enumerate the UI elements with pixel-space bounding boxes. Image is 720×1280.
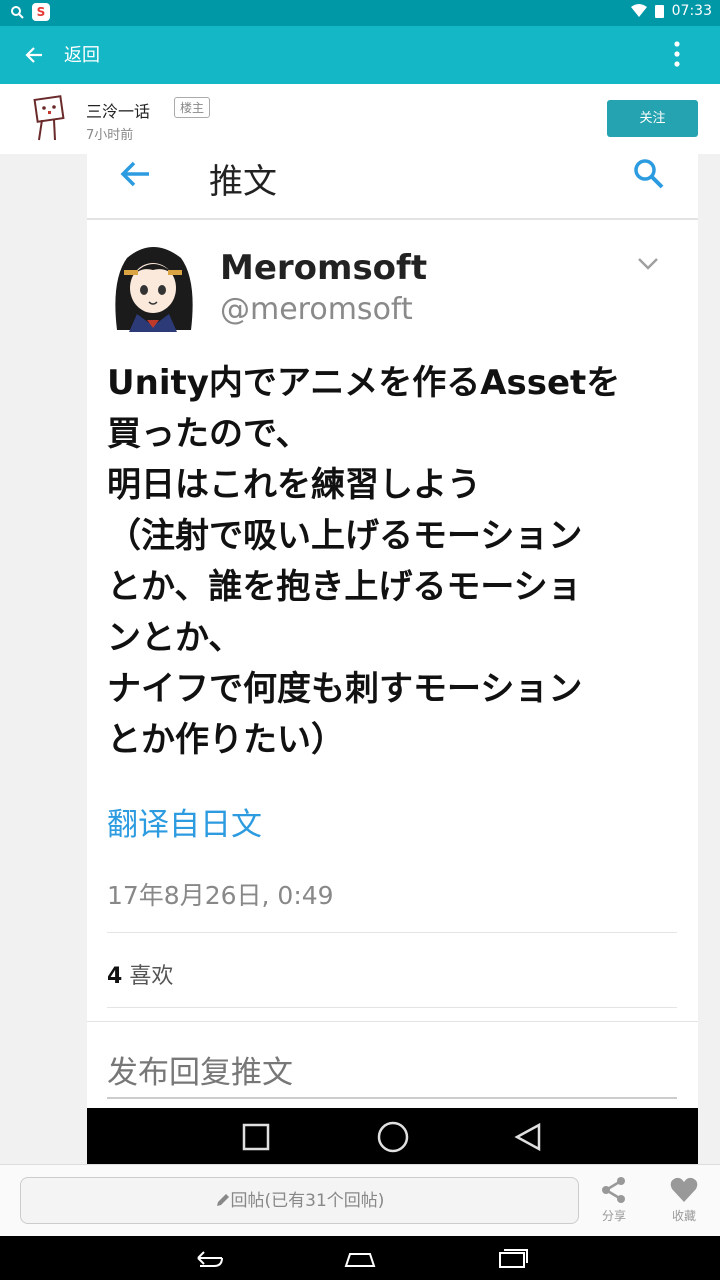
reply-placeholder: 回帖(已有31个回帖) (230, 1191, 385, 1211)
tweet-likes: 4 喜欢 (107, 958, 173, 990)
translate-link: 翻译自日文 (107, 807, 262, 843)
tweet-header: 推文 (87, 154, 698, 220)
post-author-row: 三泠一话 楼主 7小时前 关注 (0, 84, 720, 154)
share-button[interactable]: 分享 (589, 1175, 639, 1224)
circle-icon (377, 1121, 409, 1153)
home-icon[interactable] (342, 1246, 378, 1270)
author-avatar[interactable] (30, 94, 70, 144)
tweet-reply-placeholder: 发布回复推文 (107, 1055, 293, 1091)
back-label[interactable]: 返回 (64, 41, 100, 67)
heart-icon (670, 1177, 698, 1202)
tweet-search-icon (634, 159, 664, 189)
op-badge: 楼主 (174, 97, 211, 118)
chevron-down-icon (638, 258, 658, 270)
author-name[interactable]: 三泠一话 (86, 98, 150, 122)
wifi-icon (630, 4, 647, 17)
tweet-screenshot-image[interactable]: 推文 Meromsoft @meromsoft Unity内でアニメを作るAss… (87, 154, 698, 1108)
pencil-icon (216, 1194, 229, 1206)
back-arrow-icon[interactable] (22, 42, 48, 68)
recents-icon[interactable] (496, 1246, 530, 1270)
tweet-display-name: Meromsoft (220, 248, 428, 288)
battery-icon (654, 4, 664, 18)
reply-input[interactable]: 回帖(已有31个回帖) (20, 1177, 579, 1224)
divider (107, 1097, 677, 1099)
tweet-back-arrow-icon (120, 161, 149, 187)
app-icon: S (32, 3, 50, 21)
reply-bar: 回帖(已有31个回帖) 分享 收藏 (0, 1164, 720, 1236)
favorite-button[interactable]: 收藏 (659, 1175, 709, 1224)
screenshot-nav-bar (87, 1108, 698, 1164)
tweet-user-avatar (115, 247, 193, 332)
more-vert-icon[interactable] (674, 40, 680, 68)
divider (87, 1021, 698, 1022)
tweet-body-text: Unity内でアニメを作るAssetを 買ったので、 明日はこれを練習しよう （… (107, 363, 621, 760)
status-time: 07:33 (671, 3, 712, 19)
follow-button[interactable]: 关注 (607, 100, 698, 137)
post-time: 7小时前 (86, 128, 134, 143)
square-icon (242, 1123, 270, 1151)
tweet-date: 17年8月26日, 0:49 (107, 881, 334, 910)
search-icon (11, 6, 24, 19)
app-bar: 返回 (0, 26, 720, 84)
tweet-header-title: 推文 (209, 162, 277, 202)
divider (107, 1007, 677, 1008)
triangle-back-icon (514, 1122, 541, 1152)
back-icon[interactable] (192, 1246, 226, 1270)
likes-count: 4 (107, 964, 123, 989)
tweet-handle: @meromsoft (220, 292, 413, 327)
share-icon (602, 1177, 625, 1203)
favorite-label: 收藏 (671, 1209, 696, 1223)
likes-label: 喜欢 (129, 964, 174, 989)
divider (107, 932, 677, 933)
status-bar: S 07:33 (0, 0, 720, 26)
share-label: 分享 (601, 1209, 626, 1223)
system-nav-bar (0, 1236, 720, 1280)
